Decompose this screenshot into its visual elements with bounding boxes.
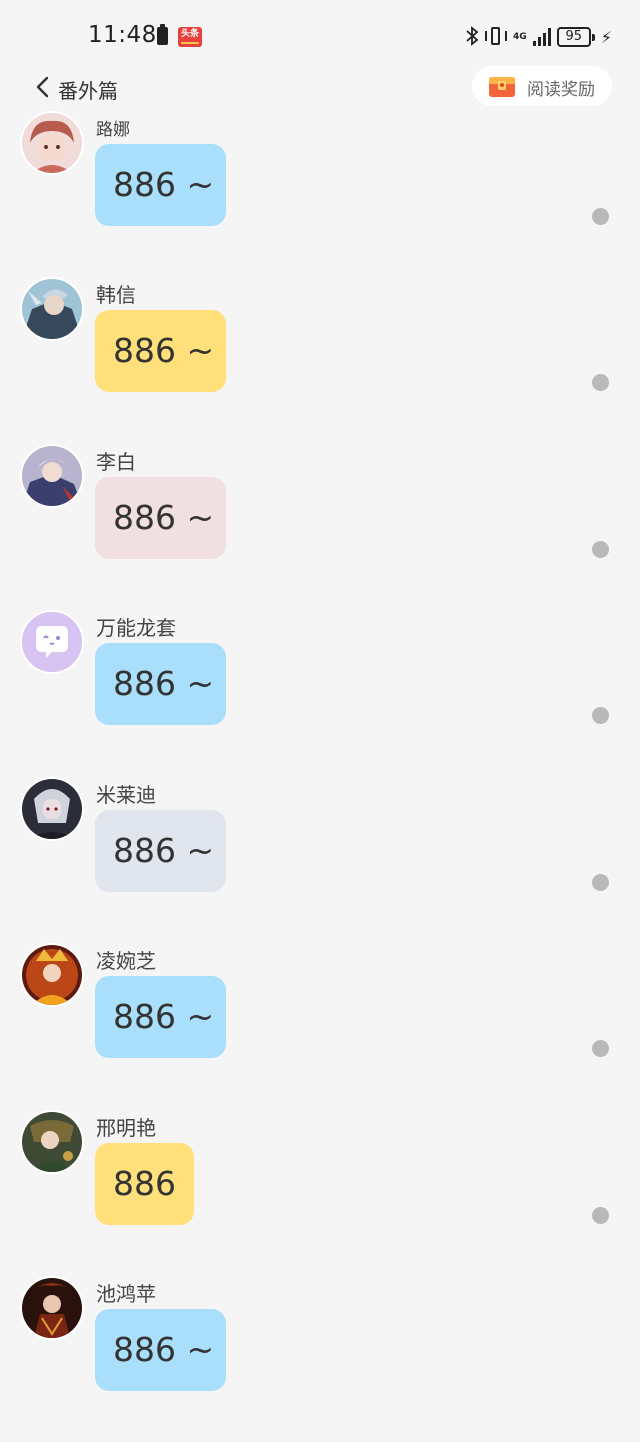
signal-icon (532, 28, 551, 46)
page-title: 番外篇 (58, 79, 118, 103)
read-status-dot (592, 1040, 609, 1057)
message-bubble[interactable]: 886 ~ (95, 810, 226, 892)
read-status-dot (592, 1207, 609, 1224)
message-item: 韩信 886 ~ (0, 277, 640, 443)
network-icon: 4G (512, 31, 527, 42)
avatar[interactable] (20, 1276, 84, 1340)
battery-saver-icon (157, 24, 168, 45)
reward-label: 阅读奖励 (527, 80, 595, 100)
avatar[interactable] (20, 943, 84, 1007)
sender-name: 路娜 (96, 120, 130, 140)
sender-name: 池鸿苹 (96, 1282, 156, 1306)
clock: 11:48 (88, 22, 157, 48)
avatar[interactable] (20, 1110, 84, 1174)
read-status-dot (592, 707, 609, 724)
message-bubble[interactable]: 886 ~ (95, 310, 226, 392)
sender-name: 万能龙套 (96, 616, 176, 640)
bluetooth-icon (465, 25, 479, 49)
avatar[interactable] (20, 111, 84, 175)
message-bubble[interactable]: 886 ~ (95, 976, 226, 1058)
news-app-icon: 头条 (178, 27, 202, 47)
avatar[interactable] (20, 610, 84, 674)
sender-name: 李白 (96, 450, 136, 474)
message-bubble[interactable]: 886 ~ (95, 643, 226, 725)
message-item: 池鸿苹 886 ~ (0, 1276, 640, 1442)
avatar[interactable] (20, 444, 84, 508)
sender-name: 凌婉芝 (96, 949, 156, 973)
message-bubble[interactable]: 886 ~ (95, 477, 226, 559)
status-bar: 11:48 头条 4G 95 ⚡ (0, 0, 640, 66)
sender-name: 邢明艳 (96, 1116, 156, 1140)
message-bubble[interactable]: 886 (95, 1143, 194, 1225)
message-item: 米莱迪 886 ~ (0, 777, 640, 943)
chevron-left-icon[interactable] (34, 76, 52, 98)
reading-reward-button[interactable]: 阅读奖励 (472, 66, 612, 106)
message-item: 路娜 886 ~ (0, 111, 640, 277)
read-status-dot (592, 874, 609, 891)
avatar[interactable] (20, 777, 84, 841)
read-status-dot (592, 208, 609, 225)
vibrate-icon (484, 27, 507, 47)
message-feed[interactable]: 路娜 886 ~ 韩信 886 ~ 李白 886 ~ 万能龙套 886 ~ 米莱… (0, 0, 640, 1391)
message-item: 凌婉芝 886 ~ (0, 943, 640, 1109)
message-bubble[interactable]: 886 ~ (95, 144, 226, 226)
charging-icon: ⚡ (600, 27, 612, 47)
message-item: 李白 886 ~ (0, 444, 640, 610)
gift-box-icon (488, 73, 516, 99)
message-item: 邢明艳 886 (0, 1110, 640, 1276)
read-status-dot (592, 541, 609, 558)
avatar[interactable] (20, 277, 84, 341)
sender-name: 米莱迪 (96, 783, 156, 807)
sender-name: 韩信 (96, 283, 136, 307)
read-status-dot (592, 374, 609, 391)
header: 番外篇 阅读奖励 (0, 66, 640, 110)
message-bubble[interactable]: 886 ~ (95, 1309, 226, 1391)
message-item: 万能龙套 886 ~ (0, 610, 640, 776)
battery-icon: 95 (556, 27, 595, 47)
